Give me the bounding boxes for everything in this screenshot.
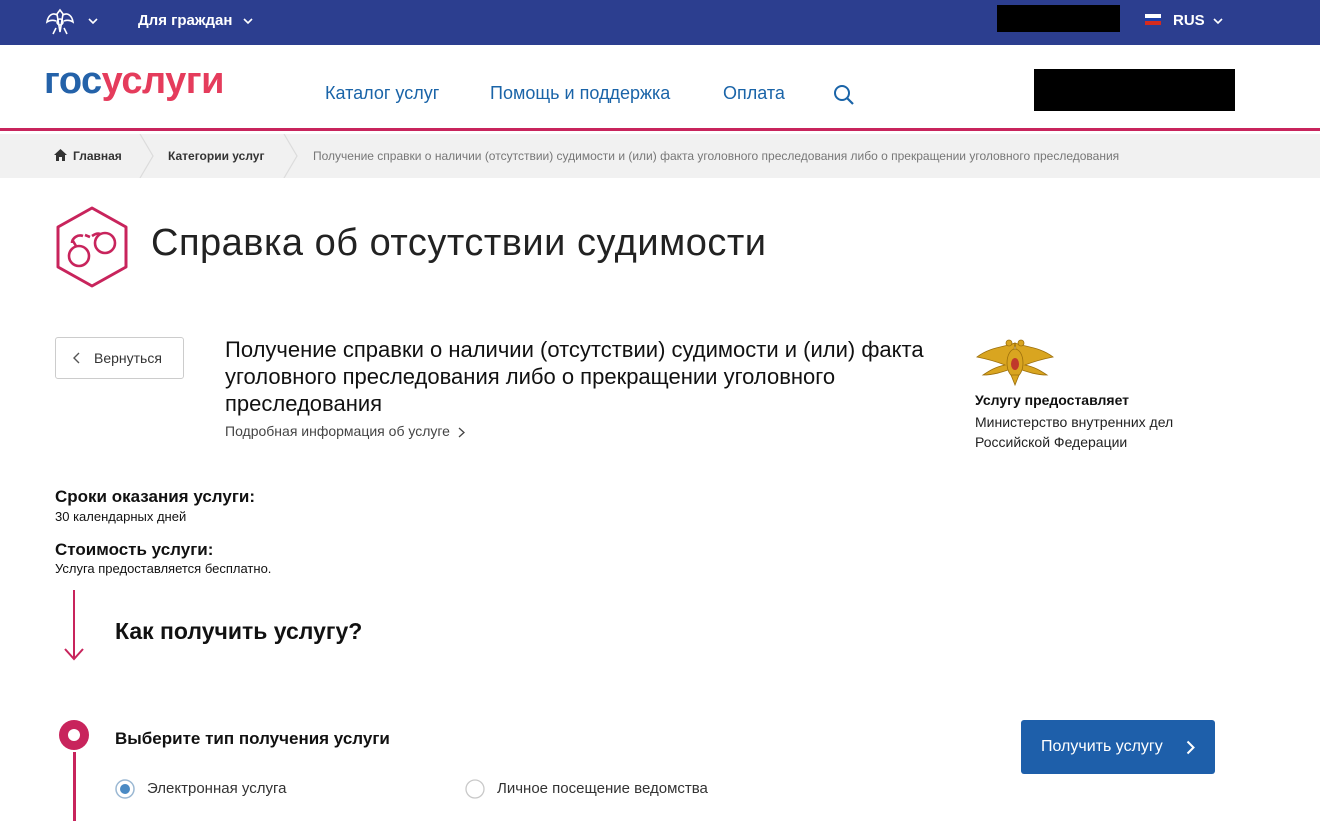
how-to-heading: Как получить услугу? xyxy=(115,618,363,644)
main-header: госуслуги Каталог услуг Помощь и поддерж… xyxy=(0,45,1320,131)
redacted-user-block xyxy=(997,5,1120,32)
nav-payment[interactable]: Оплата xyxy=(723,83,785,104)
nav-catalog[interactable]: Каталог услуг xyxy=(325,83,439,104)
breadcrumb-home[interactable]: Главная xyxy=(73,149,122,163)
radio-electronic[interactable] xyxy=(115,779,135,799)
mvd-emblem-icon xyxy=(976,339,1054,387)
chevron-left-icon xyxy=(73,352,80,364)
cost-label: Стоимость услуги: xyxy=(55,540,214,559)
chevron-right-icon xyxy=(458,427,465,438)
top-bar: Для граждан RUS xyxy=(0,0,1320,45)
duration-label: Сроки оказания услуги: xyxy=(55,487,256,506)
chevron-down-icon[interactable] xyxy=(1213,16,1223,26)
breadcrumb-current: Получение справки о наличии (отсутствии)… xyxy=(313,149,1120,163)
coat-of-arms-icon[interactable] xyxy=(44,6,76,36)
redacted-account-block xyxy=(1034,69,1235,111)
provider-label: Услугу предоставляет xyxy=(975,392,1130,408)
logo-part-gos: гос xyxy=(44,60,102,102)
audience-selector[interactable]: Для граждан xyxy=(138,12,232,29)
step-heading: Выберите тип получения услуги xyxy=(115,729,390,748)
get-service-label: Получить услугу xyxy=(1041,738,1163,755)
radio-label-electronic[interactable]: Электронная услуга xyxy=(147,780,286,797)
page-title: Справка об отсутствии судимости xyxy=(151,222,767,264)
logo-part-uslugi: услуги xyxy=(101,60,225,102)
nav-help[interactable]: Помощь и поддержка xyxy=(490,83,670,104)
more-info-link[interactable]: Подробная информация об услуге xyxy=(225,423,465,439)
breadcrumb: Главная Категории услуг Получение справк… xyxy=(0,134,1320,178)
russian-flag-icon[interactable] xyxy=(1145,14,1161,25)
get-service-button[interactable]: Получить услугу xyxy=(1021,720,1215,774)
search-icon[interactable] xyxy=(832,83,856,107)
step-indicator-icon xyxy=(59,720,89,750)
arrow-down-icon xyxy=(64,590,84,661)
step-line xyxy=(73,752,76,821)
handcuffs-icon xyxy=(56,206,128,288)
service-title: Получение справки о наличии (отсутствии)… xyxy=(225,337,924,416)
provider-name: Министерство внутренних дел Российской Ф… xyxy=(975,414,1174,450)
chevron-right-icon xyxy=(1186,740,1195,755)
breadcrumb-categories[interactable]: Категории услуг xyxy=(168,149,264,163)
breadcrumb-separator xyxy=(139,134,154,178)
duration-value: 30 календарных дней xyxy=(55,509,187,524)
breadcrumb-separator xyxy=(283,134,298,178)
back-button-label: Вернуться xyxy=(94,350,162,366)
language-selector[interactable]: RUS xyxy=(1173,12,1205,29)
radio-label-in-person[interactable]: Личное посещение ведомства xyxy=(497,780,708,797)
radio-in-person[interactable] xyxy=(465,779,485,799)
gosuslugi-logo[interactable]: госуслуги xyxy=(44,62,224,100)
cost-value: Услуга предоставляется бесплатно. xyxy=(55,561,272,576)
back-button[interactable]: Вернуться xyxy=(55,337,184,379)
more-info-label: Подробная информация об услуге xyxy=(225,423,450,439)
chevron-down-icon[interactable] xyxy=(243,16,253,26)
chevron-down-icon[interactable] xyxy=(88,16,98,26)
home-icon[interactable] xyxy=(54,149,67,161)
